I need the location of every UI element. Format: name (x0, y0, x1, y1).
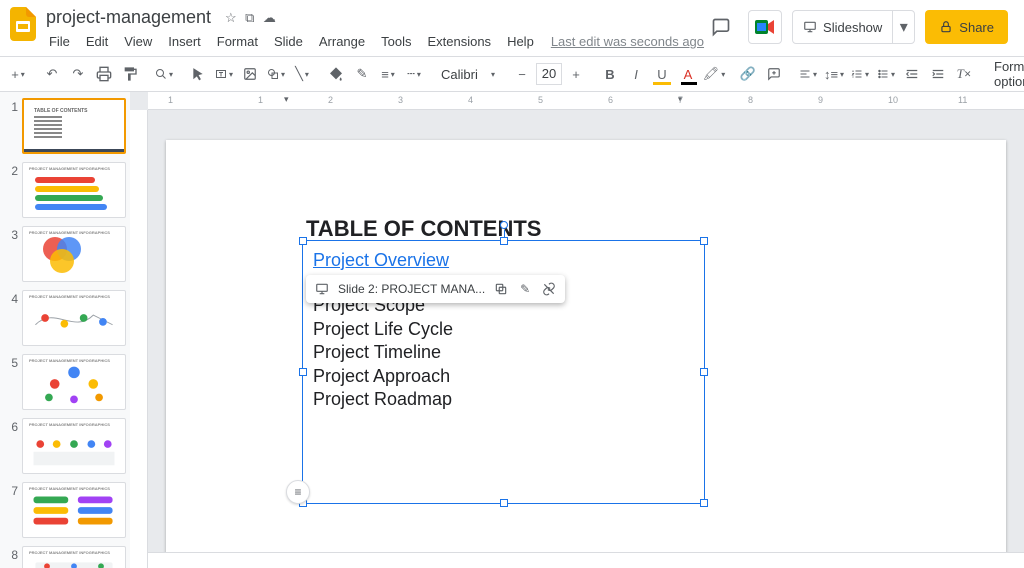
thumbnail-6[interactable]: PROJECT MANAGEMENT INFOGRAPHICS (22, 418, 126, 474)
menu-extensions[interactable]: Extensions (420, 31, 498, 52)
text-color-button[interactable]: A (676, 61, 700, 87)
horizontal-scrollbar[interactable] (148, 552, 1024, 568)
thumbnail-8[interactable]: PROJECT MANAGEMENT INFOGRAPHICS (22, 546, 126, 568)
font-family-select[interactable]: Calibri (436, 64, 500, 85)
resize-handle-n[interactable] (500, 237, 508, 245)
resize-handle-ne[interactable] (700, 237, 708, 245)
menu-help[interactable]: Help (500, 31, 541, 52)
slideshow-dropdown[interactable]: ▾ (892, 11, 914, 43)
insert-link-button[interactable]: 🔗 (736, 61, 760, 87)
document-title[interactable]: project-management (42, 6, 215, 29)
textbox-content[interactable]: Project Overview Project Scope Project L… (303, 241, 704, 419)
align-button[interactable] (796, 61, 820, 87)
share-label: Share (959, 20, 994, 35)
menu-bar: File Edit View Insert Format Slide Arran… (42, 31, 704, 52)
cloud-icon[interactable]: ☁ (263, 10, 276, 25)
horizontal-ruler[interactable]: ▾ ▾ 1 1 2 3 4 5 6 7 8 9 10 11 (148, 92, 1024, 110)
shape-tool[interactable] (264, 61, 288, 87)
indent-increase-button[interactable] (926, 61, 950, 87)
resize-handle-nw[interactable] (299, 237, 307, 245)
slide-canvas[interactable]: TABLE OF CONTENTS Project Overview Proje… (166, 140, 1006, 552)
toc-item[interactable]: Project Life Cycle (313, 318, 694, 341)
underline-button[interactable]: U (650, 61, 674, 87)
menu-tools[interactable]: Tools (374, 31, 418, 52)
fill-color-button[interactable] (324, 61, 348, 87)
zoom-button[interactable] (152, 61, 176, 87)
menu-format[interactable]: Format (210, 31, 265, 52)
insert-comment-button[interactable] (762, 61, 786, 87)
image-tool[interactable] (238, 61, 262, 87)
undo-button[interactable]: ↶ (40, 61, 64, 87)
slide-editor: ▾ ▾ 1 1 2 3 4 5 6 7 8 9 10 11 TABLE OF C… (130, 92, 1024, 568)
italic-button[interactable]: I (624, 61, 648, 87)
resize-handle-se[interactable] (700, 499, 708, 507)
bulleted-list-button[interactable] (874, 61, 898, 87)
app-header: project-management ☆ ⧉ ☁ File Edit View … (0, 0, 1024, 56)
slideshow-button[interactable]: Slideshow ▾ (792, 10, 915, 44)
copy-link-icon[interactable] (493, 281, 509, 297)
comments-icon[interactable] (704, 10, 738, 44)
star-icon[interactable]: ☆ (225, 10, 237, 25)
highlight-button[interactable]: 🖍 (702, 61, 726, 87)
textbox-tool[interactable] (212, 61, 236, 87)
canvas[interactable]: TABLE OF CONTENTS Project Overview Proje… (148, 110, 1024, 552)
toc-item[interactable]: Project Approach (313, 365, 694, 388)
menu-arrange[interactable]: Arrange (312, 31, 372, 52)
slide-filmstrip[interactable]: 1 TABLE OF CONTENTS 2 PROJECT MANAGEMENT… (0, 92, 130, 568)
font-size-increase[interactable]: + (564, 61, 588, 87)
line-spacing-button[interactable]: ↕≡ (822, 61, 846, 87)
menu-file[interactable]: File (42, 31, 77, 52)
toc-item[interactable]: Project Roadmap (313, 388, 694, 411)
doc-status-icons: ☆ ⧉ ☁ (223, 9, 278, 27)
thumbnail-2[interactable]: PROJECT MANAGEMENT INFOGRAPHICS (22, 162, 126, 218)
resize-handle-w[interactable] (299, 368, 307, 376)
border-weight-button[interactable]: ≡ (376, 61, 400, 87)
new-slide-button[interactable]: + (6, 61, 30, 87)
redo-button[interactable]: ↷ (66, 61, 90, 87)
thumbnail-3[interactable]: PROJECT MANAGEMENT INFOGRAPHICS (22, 226, 126, 282)
resize-handle-s[interactable] (500, 499, 508, 507)
select-tool[interactable] (186, 61, 210, 87)
thumbnail-4[interactable]: PROJECT MANAGEMENT INFOGRAPHICS (22, 290, 126, 346)
menu-edit[interactable]: Edit (79, 31, 115, 52)
last-edit-link[interactable]: Last edit was seconds ago (551, 34, 704, 49)
link-target-label[interactable]: Slide 2: PROJECT MANA... (338, 282, 485, 296)
share-button[interactable]: Share (925, 10, 1008, 44)
font-size-decrease[interactable]: − (510, 61, 534, 87)
thumbnail-5[interactable]: PROJECT MANAGEMENT INFOGRAPHICS (22, 354, 126, 410)
clear-format-button[interactable]: T✕ (952, 61, 976, 87)
menu-slide[interactable]: Slide (267, 31, 310, 52)
format-options-button[interactable]: Format options (986, 59, 1024, 89)
font-size-value[interactable]: 20 (536, 63, 562, 85)
slides-logo[interactable] (6, 6, 40, 42)
rotate-handle[interactable] (500, 221, 508, 229)
indent-decrease-button[interactable] (900, 61, 924, 87)
border-dash-button[interactable]: ┄ (402, 61, 426, 87)
menu-view[interactable]: View (117, 31, 159, 52)
resize-handle-e[interactable] (700, 368, 708, 376)
border-color-button[interactable]: ✎ (350, 61, 374, 87)
toc-item-link[interactable]: Project Overview (313, 249, 449, 272)
move-icon[interactable]: ⧉ (245, 10, 254, 25)
print-button[interactable] (92, 61, 116, 87)
paint-format-button[interactable] (118, 61, 142, 87)
edit-link-icon[interactable]: ✎ (517, 281, 533, 297)
font-size-control: − 20 + (510, 61, 588, 87)
line-tool[interactable]: ╲ (290, 61, 314, 87)
toolbar: + ↶ ↷ ╲ ✎ ≡ ┄ Calibri − 20 + B I U A 🖍 🔗… (0, 56, 1024, 92)
thumbnail-1[interactable]: TABLE OF CONTENTS (22, 98, 126, 154)
menu-insert[interactable]: Insert (161, 31, 208, 52)
numbered-list-button[interactable] (848, 61, 872, 87)
slide-icon (314, 281, 330, 297)
link-preview-popup: Slide 2: PROJECT MANA... ✎ (306, 275, 565, 303)
thumbnail-7[interactable]: PROJECT MANAGEMENT INFOGRAPHICS (22, 482, 126, 538)
speaker-notes-toggle[interactable]: ≡ (286, 480, 310, 504)
slideshow-label: Slideshow (823, 20, 882, 35)
meet-button[interactable] (748, 10, 782, 44)
vertical-ruler[interactable] (130, 110, 148, 568)
bold-button[interactable]: B (598, 61, 622, 87)
remove-link-icon[interactable] (541, 281, 557, 297)
toc-item[interactable]: Project Timeline (313, 341, 694, 364)
